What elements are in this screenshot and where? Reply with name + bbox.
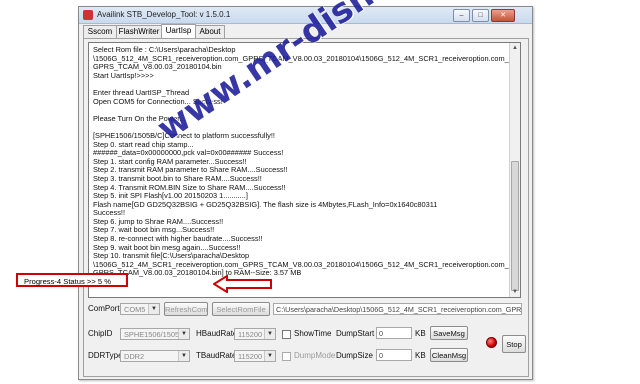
tab-flashwriter[interactable]: FlashWriter (116, 25, 162, 38)
log-line: Flash name[GD GD25Q32BSIG + GD25Q32BSIG]… (93, 199, 438, 209)
scroll-thumb[interactable] (511, 161, 519, 291)
minimize-button[interactable]: – (453, 9, 470, 22)
chevron-down-icon: ▼ (178, 329, 189, 339)
log-line: GPRS_TCAM_V8.00.03_20180104.bin] to RAM-… (93, 268, 302, 278)
log-line: Open COM5 for Connection... Success! (93, 96, 223, 106)
ddrtype-label: DDRType (88, 351, 123, 360)
chevron-down-icon: ▼ (148, 304, 159, 314)
ddrtype-select[interactable]: DDR2 ▼ (120, 350, 190, 362)
log-line: Start UartIsp!>>>> (93, 70, 154, 80)
close-button[interactable]: ✕ (491, 9, 515, 22)
app-window: Availink STB_Develop_Tool: v 1.5.0.1 – □… (78, 6, 533, 380)
dumpstart-input[interactable]: 0 (376, 327, 412, 339)
tbaudrate-select[interactable]: 115200 ▼ (234, 350, 276, 362)
log-scrollbar[interactable]: ▲ ▼ (509, 43, 520, 297)
chipid-label: ChipID (88, 329, 113, 338)
scroll-down-icon[interactable]: ▼ (510, 287, 520, 297)
arrow-left-icon (213, 275, 272, 293)
title-bar[interactable]: Availink STB_Develop_Tool: v 1.5.0.1 – □… (79, 7, 532, 24)
chipid-select[interactable]: SPHE1506/1505 ▼ (120, 328, 190, 340)
chevron-down-icon: ▼ (264, 329, 275, 339)
window-title: Availink STB_Develop_Tool: v 1.5.0.1 (97, 10, 231, 19)
tab-uartisp[interactable]: UartIsp (161, 24, 196, 39)
clean-msg-button[interactable]: CleanMsg (430, 348, 468, 362)
dumpstart-label: DumpStart (336, 329, 375, 338)
dumpmode-checkbox[interactable] (282, 352, 291, 361)
comport-label: ComPort (88, 304, 120, 313)
log-output[interactable]: Select Rom file : C:\Users\paracha\Deskt… (88, 42, 521, 298)
showtime-label: ShowTime (294, 329, 332, 338)
tab-sscom[interactable]: Sscom (83, 25, 117, 38)
progress-status: Progress-4 Status >> 5 % (16, 273, 128, 287)
app-icon (83, 10, 93, 20)
dumpsize-kb-label: KB (415, 351, 426, 360)
hbaudrate-select[interactable]: 115200 ▼ (234, 328, 276, 340)
chevron-down-icon: ▼ (264, 351, 275, 361)
dumpsize-input[interactable]: 0 (376, 349, 412, 361)
dumpstart-kb-label: KB (415, 329, 426, 338)
maximize-button[interactable]: □ (472, 9, 489, 22)
save-msg-button[interactable]: SaveMsg (430, 326, 468, 340)
refresh-com-button[interactable]: RefreshCom (164, 302, 208, 316)
select-rom-file-button[interactable]: SelectRomFile (212, 302, 270, 316)
uartisp-panel: Select Rom file : C:\Users\paracha\Deskt… (83, 38, 529, 377)
stop-button[interactable]: Stop (502, 335, 526, 353)
tbaudrate-label: TBaudRate (196, 351, 237, 360)
log-line: Please Turn On the Power.... (93, 113, 188, 123)
tab-about[interactable]: About (195, 25, 225, 38)
hbaudrate-label: HBaudRate (196, 329, 238, 338)
dumpsize-label: DumpSize (336, 351, 373, 360)
comport-select[interactable]: COM5 ▼ (120, 303, 160, 315)
status-led-icon (486, 337, 497, 348)
chevron-down-icon: ▼ (178, 351, 189, 361)
showtime-checkbox[interactable] (282, 330, 291, 339)
scroll-up-icon[interactable]: ▲ (510, 43, 520, 53)
dumpmode-label: DumpMode (294, 351, 336, 360)
rom-path-field[interactable]: C:\Users\paracha\Desktop\1506G_512_4M_SC… (273, 303, 522, 315)
log-lines: Select Rom file : C:\Users\paracha\Deskt… (93, 45, 509, 278)
log-line: GPRS_TCAM_V8.00.03_20180104.bin (93, 62, 222, 72)
